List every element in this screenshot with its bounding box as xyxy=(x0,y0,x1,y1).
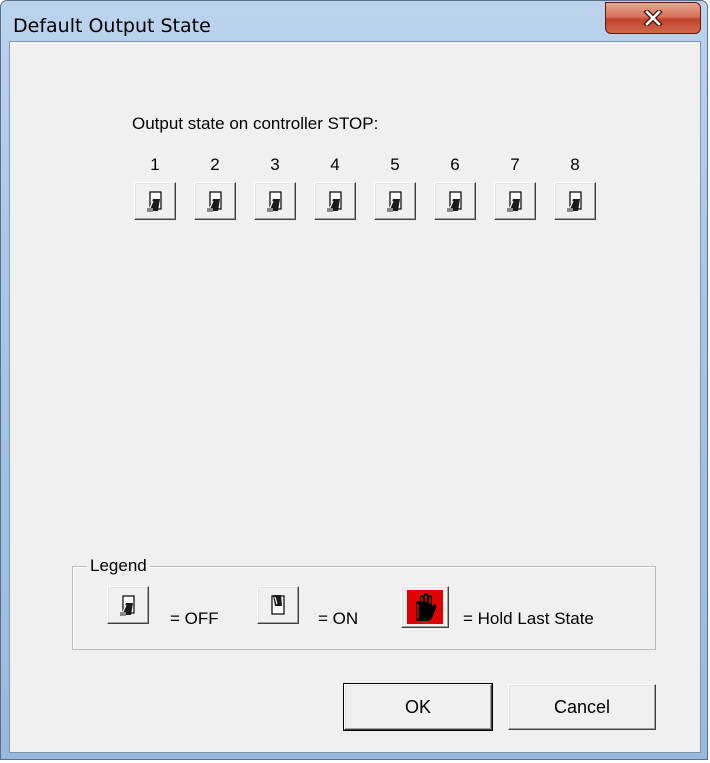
window-title: Default Output State xyxy=(13,15,211,37)
output-number: 6 xyxy=(450,155,460,174)
switch-off-icon xyxy=(120,595,135,616)
output-3-toggle-button[interactable] xyxy=(254,182,296,220)
output-7: 7 xyxy=(492,154,538,220)
legend-off-button xyxy=(107,586,149,624)
switch-off-icon xyxy=(567,191,582,212)
legend-hold-button xyxy=(401,586,449,628)
switch-off-icon xyxy=(327,191,342,212)
hand-stop-icon xyxy=(407,590,443,624)
output-2: 2 xyxy=(192,154,238,220)
output-6: 6 xyxy=(432,154,478,220)
legend-on-label: = ON xyxy=(318,609,359,628)
title-bar[interactable]: Default Output State xyxy=(1,1,707,41)
legend-off-label: = OFF xyxy=(170,609,219,628)
switch-off-icon xyxy=(447,191,462,212)
output-3: 3 xyxy=(252,154,298,220)
switch-off-icon xyxy=(387,191,402,212)
switch-on-icon xyxy=(271,595,285,615)
close-icon xyxy=(643,10,663,26)
output-number: 2 xyxy=(210,155,220,174)
output-8: 8 xyxy=(552,154,598,220)
output-1: 1 xyxy=(132,154,178,220)
dialog-client: Output state on controller STOP: 1 2 3 4 5 6 7… xyxy=(9,41,701,753)
ok-button[interactable]: OK xyxy=(343,683,493,731)
output-number: 8 xyxy=(570,155,580,174)
legend-on-button xyxy=(257,586,299,624)
output-1-toggle-button[interactable] xyxy=(134,182,176,220)
output-number: 7 xyxy=(510,155,520,174)
legend-title: Legend xyxy=(87,556,150,576)
output-7-toggle-button[interactable] xyxy=(494,182,536,220)
legend-hold-label: = Hold Last State xyxy=(463,609,594,628)
output-5-toggle-button[interactable] xyxy=(374,182,416,220)
legend-group: Legend = OFF = ON = Hold Last State xyxy=(72,556,656,650)
switch-off-icon xyxy=(267,191,282,212)
close-button[interactable] xyxy=(605,2,701,34)
output-4-toggle-button[interactable] xyxy=(314,182,356,220)
cancel-button[interactable]: Cancel xyxy=(508,684,656,730)
output-number: 3 xyxy=(270,155,280,174)
dialog-window: Default Output State Output state on con… xyxy=(0,0,708,760)
switch-off-icon xyxy=(207,191,222,212)
output-4: 4 xyxy=(312,154,358,220)
output-6-toggle-button[interactable] xyxy=(434,182,476,220)
output-5: 5 xyxy=(372,154,418,220)
output-number: 5 xyxy=(390,155,400,174)
output-2-toggle-button[interactable] xyxy=(194,182,236,220)
output-state-heading: Output state on controller STOP: xyxy=(132,114,379,133)
output-number: 1 xyxy=(150,155,160,174)
switch-off-icon xyxy=(507,191,522,212)
output-8-toggle-button[interactable] xyxy=(554,182,596,220)
switch-off-icon xyxy=(147,191,162,212)
output-number: 4 xyxy=(330,155,340,174)
